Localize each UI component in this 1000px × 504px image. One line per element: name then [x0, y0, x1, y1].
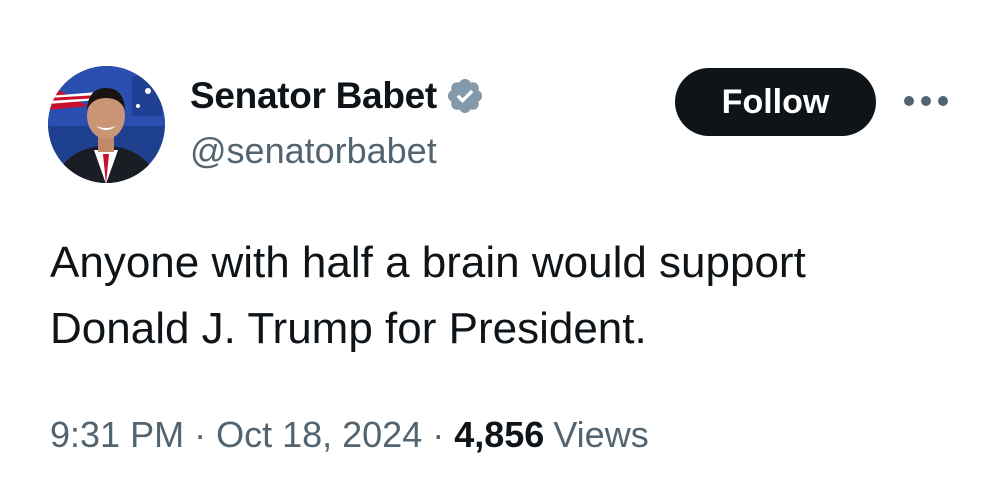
separator-dot: ·	[194, 414, 207, 455]
author-name-row[interactable]: Senator Babet	[190, 72, 485, 120]
more-options-button[interactable]	[896, 84, 956, 118]
tweet-date[interactable]: Oct 18, 2024	[216, 414, 422, 456]
views-label: Views	[553, 414, 649, 455]
follow-button[interactable]: Follow	[675, 68, 876, 136]
verified-badge-icon[interactable]	[445, 76, 485, 116]
author-handle[interactable]: @senatorbabet	[190, 130, 437, 172]
ellipsis-icon	[904, 96, 948, 106]
tweet-metadata: 9:31 PM · Oct 18, 2024 · 4,856 Views	[50, 414, 649, 456]
tweet-time[interactable]: 9:31 PM	[50, 414, 184, 456]
separator-dot: ·	[432, 414, 445, 455]
tweet-card: Senator Babet @senatorbabet Follow Anyon…	[0, 0, 1000, 504]
author-avatar[interactable]	[48, 66, 165, 183]
avatar-photo-icon	[48, 66, 165, 183]
views-count: 4,856	[454, 414, 545, 455]
author-display-name[interactable]: Senator Babet	[190, 75, 437, 117]
tweet-text: Anyone with half a brain would support D…	[50, 238, 806, 353]
